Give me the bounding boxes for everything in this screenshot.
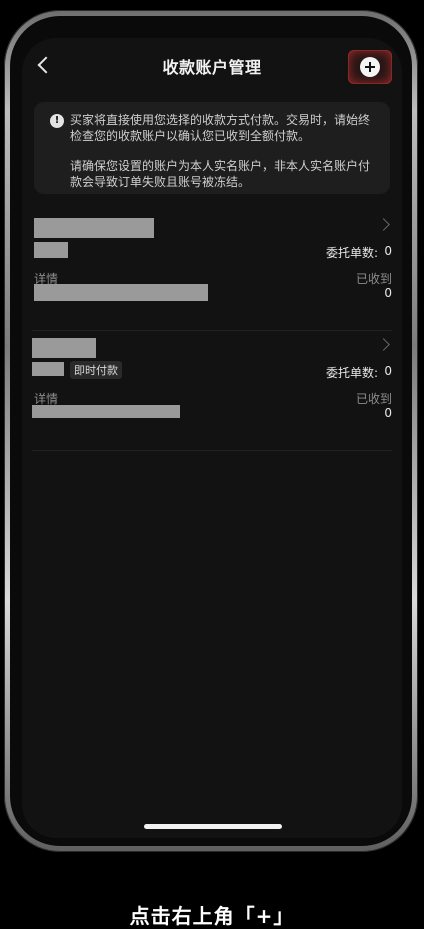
chevron-right-icon	[377, 338, 390, 351]
redacted-account-number	[34, 284, 208, 301]
home-indicator[interactable]	[144, 824, 282, 829]
page-title: 收款账户管理	[162, 58, 262, 77]
notice-box: ! 买家将直接使用您选择的收款方式付款。交易时，请始终检查您的收款账户以确认您已…	[34, 102, 390, 194]
redacted-account-number	[32, 405, 180, 418]
instruction-caption: 点击右上角「+」	[129, 904, 295, 928]
instant-payment-tag: 即时付款	[70, 361, 122, 379]
order-count-label: 委托单数:	[325, 246, 378, 260]
received-label: 已收到	[355, 272, 392, 286]
notice-paragraph-2: 请确保您设置的账户为本人实名账户，非本人实名账户付款会导致订单失败且账号被冻结。	[70, 159, 371, 189]
notice-paragraph-1: 买家将直接使用您选择的收款方式付款。交易时，请始终检查您的收款账户以确认您已收到…	[70, 113, 371, 143]
redacted-account-type	[34, 242, 68, 258]
add-account-button[interactable]	[348, 50, 392, 84]
account-card[interactable]: 委托单数: 0 详情 已收到 0	[32, 214, 392, 331]
account-card[interactable]: 即时付款 委托单数: 0 详情 已收到 0	[32, 334, 392, 451]
received-value: 0	[384, 406, 392, 420]
redacted-account-name	[32, 338, 96, 358]
header: 收款账户管理	[22, 38, 402, 94]
order-count-label: 委托单数:	[325, 366, 378, 380]
order-count-value: 0	[384, 364, 392, 378]
app-screen: 收款账户管理 ! 买家将直接使用您选择的收款方式付款。交易时，请始终检查您的收款…	[22, 38, 402, 838]
plus-circle-icon	[360, 57, 380, 77]
redacted-account-name	[34, 218, 154, 238]
redacted-account-type	[32, 362, 64, 376]
chevron-right-icon	[377, 218, 390, 231]
received-value: 0	[384, 286, 392, 300]
info-icon: !	[50, 114, 64, 128]
received-label: 已收到	[355, 392, 392, 406]
order-count-value: 0	[384, 244, 392, 258]
